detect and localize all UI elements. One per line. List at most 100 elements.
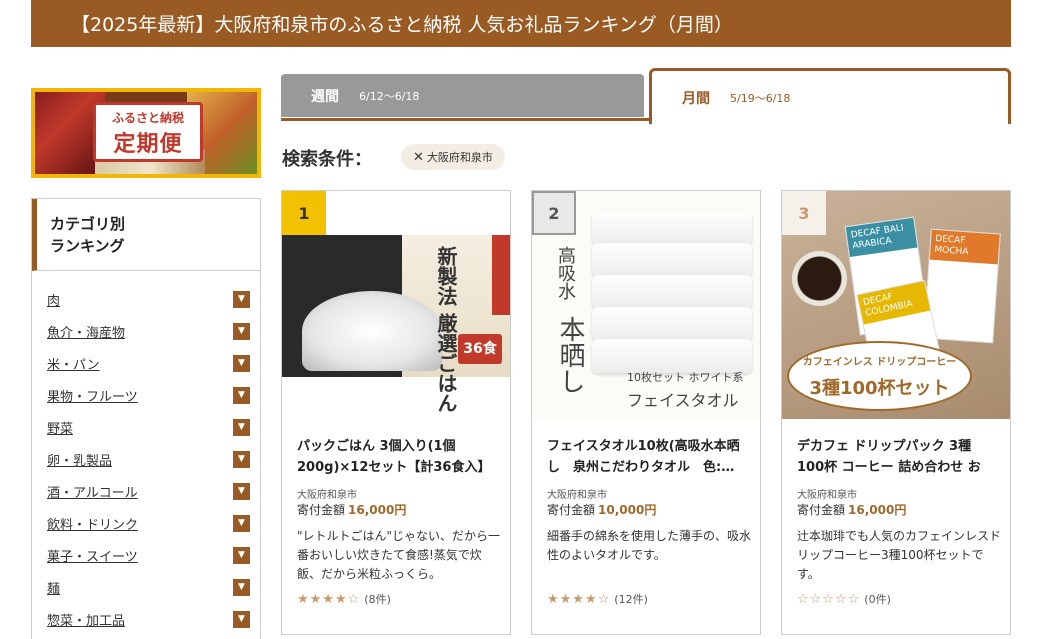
category-item-deli[interactable]: 惣菜・加工品 ▼: [32, 603, 260, 635]
category-item-vegetable[interactable]: 野菜 ▼: [32, 411, 260, 443]
donation-label: 寄付金額: [297, 503, 346, 517]
towel-image: [592, 275, 752, 309]
product-city: 大阪府和泉市: [547, 490, 607, 501]
product-price: 10,000円: [598, 503, 657, 517]
category-label[interactable]: 菓子・スイーツ: [47, 546, 138, 565]
category-label[interactable]: 果物・フルーツ: [47, 386, 138, 405]
category-heading-line2: ランキング: [50, 237, 125, 255]
banner-sign: ふるさと納税 定期便: [93, 102, 203, 162]
category-item-drink[interactable]: 飲料・ドリンク ▼: [32, 507, 260, 539]
expand-arrow-icon[interactable]: ▼: [233, 578, 250, 596]
product-donation: 寄付金額 16,000円: [297, 501, 406, 518]
search-chip-label: 大阪府和泉市: [426, 151, 493, 164]
expand-arrow-icon[interactable]: ▼: [233, 450, 250, 468]
category-item-fruit[interactable]: 果物・フルーツ ▼: [32, 379, 260, 411]
search-chip[interactable]: ✕ 大阪府和泉市: [401, 144, 505, 170]
category-item-egg-dairy[interactable]: 卵・乳製品 ▼: [32, 443, 260, 475]
towel-image-label1: 10枚セット ホワイト系: [627, 371, 744, 384]
expand-arrow-icon[interactable]: ▼: [233, 290, 250, 308]
product-city: 大阪府和泉市: [797, 490, 857, 501]
category-ranking-heading: カテゴリ別 ランキング: [32, 199, 260, 271]
tab-weekly-label: 週間: [311, 88, 339, 105]
expand-arrow-icon[interactable]: ▼: [233, 386, 250, 404]
rank-badge: 3: [782, 191, 826, 235]
banner-line1: ふるさと納税: [111, 111, 184, 125]
rating-stars: ★★★★☆ (12件): [547, 591, 648, 607]
tab-weekly-range: 6/12〜6/18: [359, 89, 420, 103]
expand-arrow-icon[interactable]: ▼: [233, 418, 250, 436]
expand-arrow-icon[interactable]: ▼: [233, 482, 250, 500]
category-item-noodle[interactable]: 麺 ▼: [32, 571, 260, 603]
category-label[interactable]: 飲料・ドリンク: [47, 514, 138, 533]
category-item-seafood[interactable]: 魚介・海産物 ▼: [32, 315, 260, 347]
category-item-alcohol[interactable]: 酒・アルコール ▼: [32, 475, 260, 507]
rice-badge: 36食: [458, 334, 502, 364]
star-icons: ☆☆☆☆☆: [797, 592, 861, 607]
expand-arrow-icon[interactable]: ▼: [233, 354, 250, 372]
product-description: 辻本珈琲でも人気のカフェインレスドリップコーヒー3種100杯セットです。: [797, 529, 1002, 581]
expand-arrow-icon[interactable]: ▼: [233, 322, 250, 340]
towel-image: [592, 339, 752, 373]
rating-stars: ☆☆☆☆☆ (0件): [797, 591, 891, 607]
towel-image: [592, 307, 752, 341]
expand-arrow-icon[interactable]: ▼: [233, 610, 250, 628]
review-count: (12件): [614, 593, 648, 606]
category-label[interactable]: 野菜: [47, 418, 73, 437]
rating-stars: ★★★★☆ (8件): [297, 591, 391, 607]
tab-monthly[interactable]: 月間 5/19〜6/18: [649, 68, 1011, 124]
category-label[interactable]: 卵・乳製品: [47, 450, 112, 469]
product-donation: 寄付金額 10,000円: [547, 501, 656, 518]
tab-weekly[interactable]: 週間 6/12〜6/18: [281, 74, 644, 117]
donation-label: 寄付金額: [547, 503, 596, 517]
category-list: 肉 ▼ 魚介・海産物 ▼ 米・パン ▼ 果物・フルーツ ▼ 野菜 ▼ 卵・乳製品 ▼ 酒・ア…: [32, 271, 260, 635]
coffee-image-text1: カフェインレス ドリップコーヒー: [802, 357, 957, 368]
product-description: "レトルトごはん"じゃない、だから一番おいしい炊きたて食感!蒸気で炊飯、だから米…: [297, 529, 501, 581]
category-label[interactable]: 魚介・海産物: [47, 322, 125, 341]
coffee-pack-label: DECAF BALI ARABICA: [845, 217, 918, 257]
product-card[interactable]: DECAF BALI ARABICA DECAF MOCHA DECAF COL…: [781, 190, 1011, 635]
category-item-meat[interactable]: 肉 ▼: [32, 283, 260, 315]
star-icons: ★★★★☆: [297, 592, 361, 607]
product-description: 細番手の綿糸を使用した薄手の、吸水性のよいタオルです。: [547, 529, 752, 562]
category-ranking-box: カテゴリ別 ランキング 肉 ▼ 魚介・海産物 ▼ 米・パン ▼ 果物・フルーツ ▼ 野菜…: [31, 198, 261, 639]
category-label[interactable]: 惣菜・加工品: [47, 610, 125, 629]
towel-image: [592, 243, 752, 277]
category-heading-line1: カテゴリ別: [50, 215, 126, 233]
product-title[interactable]: デカフェ ドリップパック 3種 100杯 コーヒー 詰め合わせ おす…: [797, 436, 997, 478]
category-label[interactable]: 肉: [47, 290, 60, 309]
category-label[interactable]: 酒・アルコール: [47, 482, 138, 501]
furusato-teikibin-banner[interactable]: ふるさと納税 定期便: [31, 88, 261, 178]
page-header: 【2025年最新】大阪府和泉市のふるさと納税 人気お礼品ランキング（月間）: [31, 0, 1011, 47]
remove-chip-icon[interactable]: ✕: [413, 150, 424, 165]
tab-monthly-range: 5/19〜6/18: [730, 91, 791, 105]
product-city: 大阪府和泉市: [297, 490, 357, 501]
review-count: (0件): [864, 593, 891, 606]
product-title[interactable]: フェイスタオル10枚(高吸水本晒し 泉州こだわりタオル 色:…: [547, 436, 747, 478]
towel-image: [592, 211, 752, 245]
category-item-sweets[interactable]: 菓子・スイーツ ▼: [32, 539, 260, 571]
product-card[interactable]: 高吸水 本晒し 10枚セット ホワイト系 フェイスタオル 2 フェイスタオル10…: [531, 190, 761, 635]
expand-arrow-icon[interactable]: ▼: [233, 546, 250, 564]
banner-line2: 定期便: [113, 132, 183, 157]
rice-image-text: 新製法 厳選ごはん: [434, 246, 458, 413]
search-condition-label: 検索条件：: [282, 149, 372, 170]
tab-monthly-label: 月間: [682, 90, 710, 107]
towel-image-label2: フェイスタオル: [627, 391, 739, 410]
category-item-rice-bread[interactable]: 米・パン ▼: [32, 347, 260, 379]
product-title[interactable]: パックごはん 3個入り(1個200g)×12セット【計36食入】 コ…: [297, 436, 497, 478]
product-donation: 寄付金額 16,000円: [797, 501, 906, 518]
review-count: (8件): [364, 593, 391, 606]
product-price: 16,000円: [848, 503, 907, 517]
product-price: 16,000円: [348, 503, 407, 517]
rice-ribbon: [492, 235, 510, 315]
star-icons: ★★★★☆: [547, 592, 611, 607]
rice-bowl-image: [302, 291, 442, 371]
donation-label: 寄付金額: [797, 503, 846, 517]
expand-arrow-icon[interactable]: ▼: [233, 514, 250, 532]
rank-badge: 2: [532, 191, 576, 235]
product-card[interactable]: 新製法 厳選ごはん 36食 1 パックごはん 3個入り(1個200g)×12セッ…: [281, 190, 511, 635]
category-label[interactable]: 麺: [47, 578, 60, 597]
tab-underline: [281, 118, 649, 121]
category-label[interactable]: 米・パン: [47, 354, 100, 373]
coffee-image-oval: カフェインレス ドリップコーヒー 3種100杯セット: [787, 341, 972, 411]
